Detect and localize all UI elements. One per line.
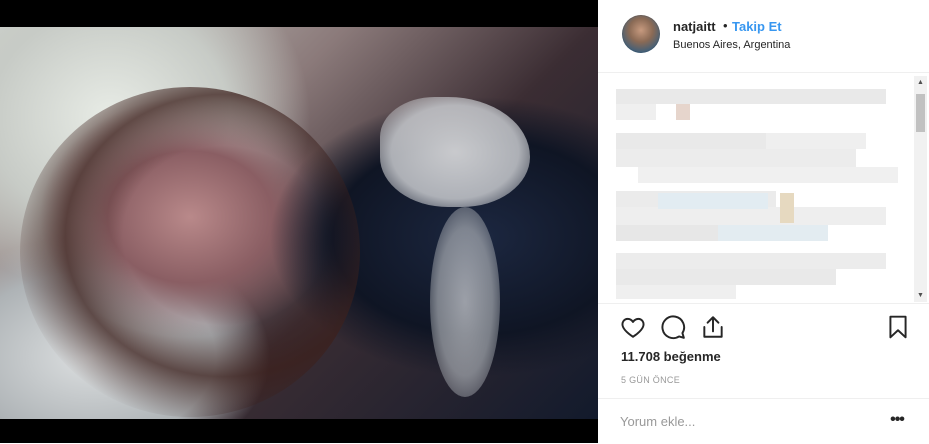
more-options-icon[interactable]: •••	[886, 409, 908, 431]
comment-bubble-icon[interactable]	[660, 314, 686, 340]
blurred-block	[780, 193, 794, 223]
blurred-block	[718, 225, 828, 241]
action-bar	[598, 304, 929, 349]
blurred-block	[616, 269, 836, 285]
photo-hair-region	[20, 87, 360, 417]
username-link[interactable]: natjaitt	[673, 19, 716, 34]
likes-count[interactable]: 11.708 beğenme	[621, 349, 721, 364]
blurred-block	[616, 285, 736, 299]
avatar[interactable]	[622, 15, 660, 53]
blurred-block	[616, 104, 656, 120]
caption-scrollbar[interactable]: ▲ ▼	[914, 76, 927, 302]
post-sidebar: natjaitt • Takip Et Buenos Aires, Argent…	[598, 0, 929, 443]
heart-icon[interactable]	[620, 314, 646, 340]
scroll-up-icon[interactable]: ▲	[914, 76, 927, 89]
follow-button[interactable]: Takip Et	[732, 19, 782, 34]
caption-blurred-area	[598, 73, 929, 304]
blurred-block	[658, 193, 768, 209]
separator-dot: •	[723, 18, 728, 33]
photo-lace-region-2	[430, 207, 500, 397]
post-timestamp[interactable]: 5 GÜN ÖNCE	[621, 375, 680, 385]
post-header: natjaitt • Takip Et Buenos Aires, Argent…	[598, 0, 929, 73]
blurred-block	[616, 207, 886, 225]
bookmark-icon[interactable]	[885, 314, 911, 340]
blurred-block	[616, 133, 766, 149]
share-icon[interactable]	[700, 314, 726, 340]
blurred-block	[616, 253, 886, 269]
comment-input[interactable]	[620, 411, 870, 431]
post-media	[0, 0, 598, 443]
post-photo[interactable]	[0, 27, 598, 419]
photo-lace-region	[380, 97, 530, 207]
blurred-block	[766, 133, 866, 149]
blurred-block	[638, 167, 898, 183]
scroll-down-icon[interactable]: ▼	[914, 289, 927, 302]
blurred-block	[616, 89, 886, 104]
blurred-block	[616, 149, 856, 167]
blurred-block	[676, 104, 690, 120]
scroll-thumb[interactable]	[916, 94, 925, 132]
location-link[interactable]: Buenos Aires, Argentina	[673, 39, 790, 51]
comment-bar: •••	[598, 398, 929, 444]
